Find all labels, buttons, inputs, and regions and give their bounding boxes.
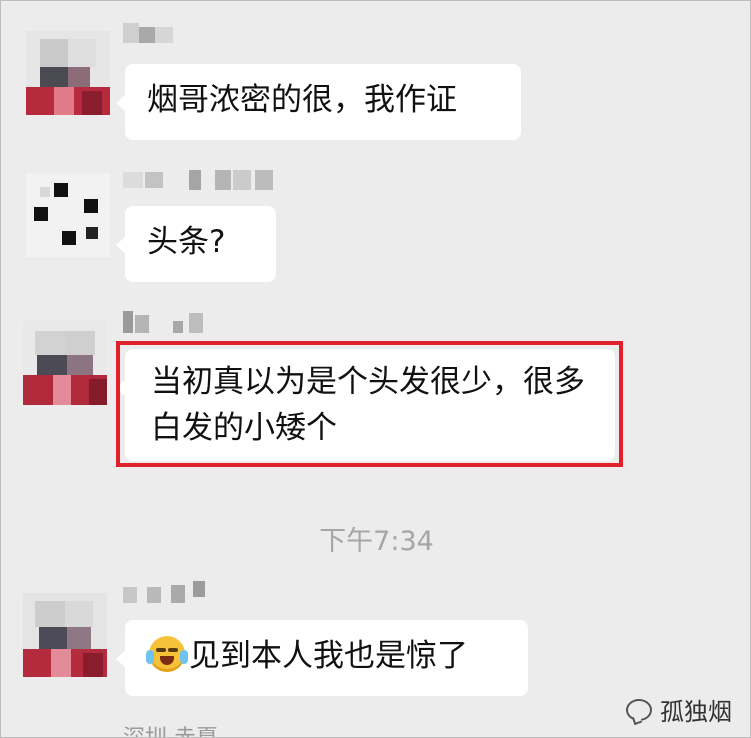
avatar[interactable] [26,31,110,115]
message-text: 烟哥浓密的很，我作证 [147,82,457,118]
wechat-bubble-icon [626,698,652,721]
sender-name-pixelated [123,311,213,333]
avatar[interactable] [23,593,107,677]
sender-name-pixelated [123,581,213,603]
message-bubble[interactable]: 见到本人我也是惊了 [116,620,528,696]
face-with-tears-of-joy-icon [146,636,188,672]
watermark: 孤独烟 [626,692,732,727]
sender-name-pixelated [123,23,203,45]
message-text: 头条? [147,224,226,260]
avatar[interactable] [26,173,110,257]
watermark-text: 孤独烟 [660,698,732,726]
highlight-box [116,341,623,467]
sender-name-pixelated [123,168,283,190]
time-divider: 下午7:34 [319,526,434,557]
message-bubble[interactable]: 烟哥浓密的很，我作证 [116,64,521,140]
avatar[interactable] [23,321,107,405]
sender-name-partial: 深圳 赤夏 [123,720,218,737]
message-bubble[interactable]: 头条? [116,206,276,282]
chat-window: 烟哥浓密的很，我作证 头条? 当初真以为是个头发很少，很多白发的小矮个 下午7:… [0,0,751,738]
message-text: 见到本人我也是惊了 [189,638,468,674]
